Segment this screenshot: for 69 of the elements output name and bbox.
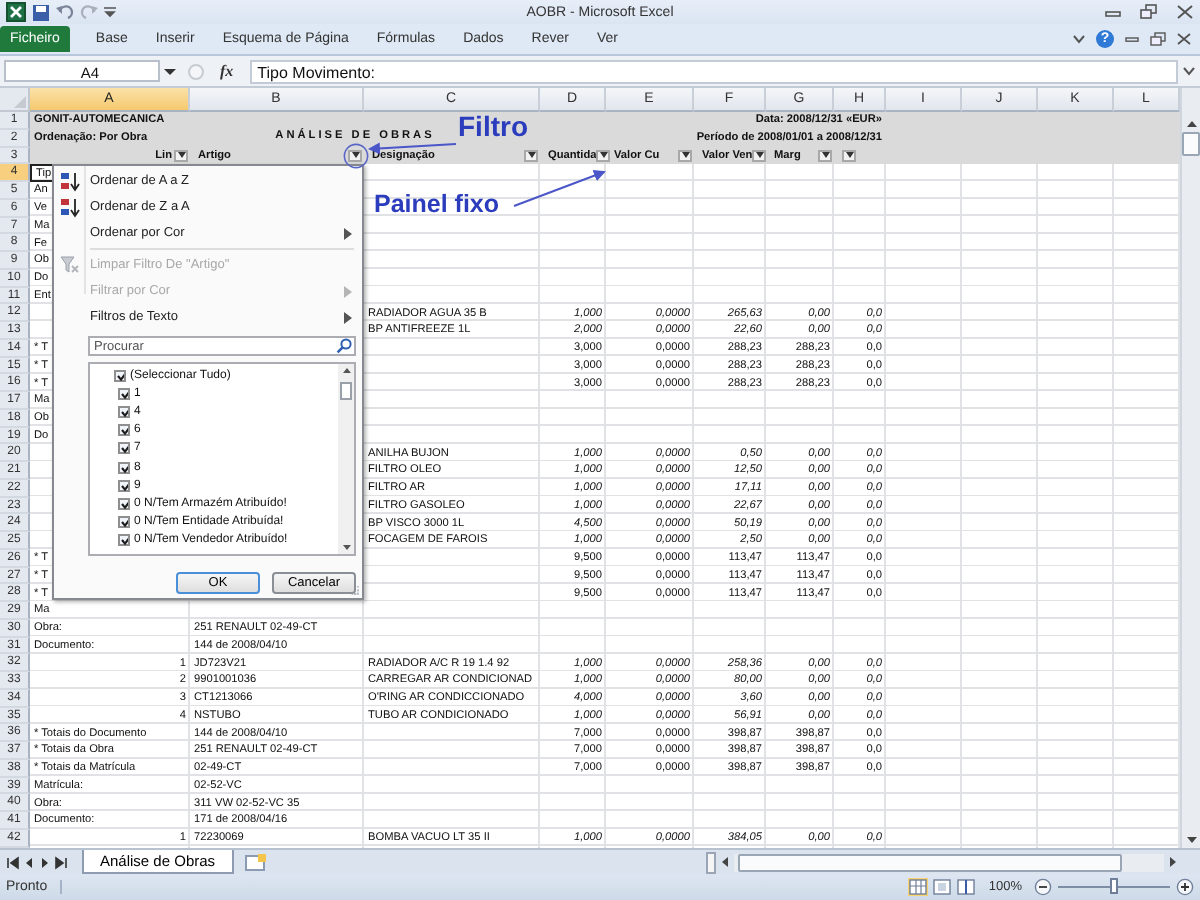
- caret-icon[interactable]: [164, 65, 176, 77]
- splitter-handle[interactable]: [705, 851, 716, 873]
- new-sheet-icon[interactable]: [243, 853, 268, 871]
- search-icon: [336, 338, 352, 354]
- caret-icon: [845, 152, 853, 159]
- scroll-thumb[interactable]: [1182, 132, 1200, 156]
- last-sheet-icon[interactable]: [54, 855, 68, 869]
- annotation-label: Filtro: [458, 110, 528, 142]
- submenu-arrow-icon: [344, 311, 352, 323]
- scroll-thumb[interactable]: [340, 382, 352, 400]
- undo-icon[interactable]: [56, 4, 74, 20]
- insert-function-button[interactable]: fx: [220, 62, 234, 80]
- filter-button[interactable]: [752, 149, 767, 163]
- caret-icon: [177, 152, 185, 159]
- filter-button[interactable]: [524, 149, 538, 163]
- filter-button[interactable]: [818, 149, 832, 163]
- checkbox[interactable]: [118, 387, 130, 400]
- next-sheet-icon[interactable]: [38, 855, 52, 869]
- checkbox[interactable]: [118, 534, 130, 547]
- vertical-scrollbar[interactable]: [1180, 88, 1200, 848]
- resize-grip-icon[interactable]: [348, 584, 360, 596]
- sort-descending-icon: [59, 197, 79, 217]
- close-icon[interactable]: [1176, 4, 1194, 20]
- submenu-arrow-icon: [344, 227, 352, 239]
- filter-button[interactable]: [348, 149, 362, 163]
- expand-icon[interactable]: [1182, 64, 1196, 78]
- checkbox[interactable]: [118, 424, 130, 437]
- caret-icon: [755, 152, 764, 159]
- highlight-circle: [343, 143, 369, 169]
- caret-icon: [599, 152, 608, 159]
- checkbox[interactable]: [118, 516, 130, 529]
- caret-icon: [527, 152, 535, 159]
- checkbox[interactable]: [118, 497, 130, 510]
- slider-thumb[interactable]: [1110, 878, 1118, 895]
- zoom-in-icon[interactable]: [1176, 878, 1194, 897]
- checkbox[interactable]: [118, 479, 130, 492]
- sort-ascending-icon: [59, 171, 79, 191]
- clear-filter-icon: [59, 256, 79, 274]
- corner-triangle-icon: [14, 96, 26, 108]
- zoom-out-icon[interactable]: [1034, 878, 1052, 897]
- list-scrollbar[interactable]: [338, 364, 354, 554]
- filter-button[interactable]: [842, 149, 856, 163]
- page-break-icon[interactable]: [956, 878, 977, 897]
- checkbox[interactable]: [114, 369, 126, 382]
- filter-button[interactable]: [678, 149, 692, 163]
- annotation-label: Painel fixo: [374, 190, 500, 218]
- caret-icon[interactable]: [104, 6, 116, 18]
- close-icon[interactable]: [1176, 32, 1192, 46]
- annotation-arrow: [513, 169, 606, 207]
- formula-field[interactable]: Tipo Movimento:: [249, 59, 1178, 83]
- filter-button[interactable]: [174, 149, 188, 163]
- app-icon: [6, 2, 26, 22]
- caret-icon: [681, 152, 689, 159]
- scroll-down-icon[interactable]: [339, 542, 353, 554]
- caret-icon: [821, 152, 829, 159]
- normal-view-icon[interactable]: [908, 878, 929, 897]
- checkbox[interactable]: [118, 442, 130, 455]
- save-icon[interactable]: [32, 3, 50, 21]
- caret-icon: [351, 152, 359, 159]
- checkbox[interactable]: [118, 461, 130, 474]
- collapse-ribbon-icon[interactable]: [1072, 32, 1086, 46]
- page-layout-icon[interactable]: [932, 878, 953, 897]
- scroll-up-icon[interactable]: [339, 364, 353, 376]
- first-sheet-icon[interactable]: [6, 855, 20, 869]
- previous-sheet-icon[interactable]: [22, 855, 36, 869]
- checkbox[interactable]: [118, 405, 130, 418]
- filter-button[interactable]: [596, 149, 611, 163]
- scroll-up-icon[interactable]: [1183, 116, 1199, 132]
- submenu-arrow-icon: [344, 285, 352, 297]
